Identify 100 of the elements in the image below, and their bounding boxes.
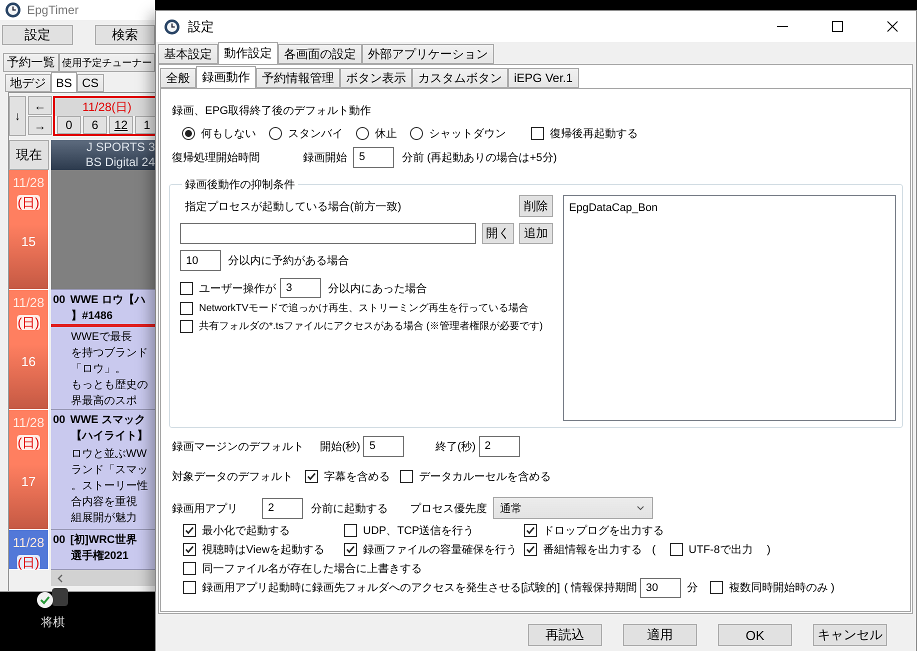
next-button[interactable]: → <box>28 116 52 135</box>
radio-button[interactable] <box>410 126 423 140</box>
tab[interactable]: 動作設定 <box>218 42 278 64</box>
tab[interactable]: CS <box>77 74 104 92</box>
checkbox[interactable] <box>344 543 357 556</box>
radio-button[interactable] <box>182 126 195 140</box>
input-field[interactable] <box>180 223 476 244</box>
toolbar-button[interactable]: 設定 <box>2 25 73 45</box>
program-cell[interactable]: 00 WWE ロウ【ハ 】#1486 WWEで最長 を持つブランド 「ロウ」。 もっとも歴史の 界最高のスポ <box>51 290 155 410</box>
tab[interactable]: 予約情報管理 <box>256 68 340 88</box>
close-icon <box>887 21 898 32</box>
day-label: (日) <box>16 195 40 210</box>
field-label: プロセス優先度 <box>410 502 487 516</box>
window-title: 設定 <box>188 18 214 36</box>
dialog-button[interactable]: キャンセル <box>813 624 887 646</box>
program-cell[interactable]: 00 [初]WRC世界 選手権2021 <box>51 530 155 570</box>
input-field[interactable]: 3 <box>280 278 321 298</box>
check-icon <box>185 545 194 554</box>
tab[interactable]: 使用予定チューナー <box>59 53 155 72</box>
checkbox[interactable] <box>183 581 196 594</box>
tab[interactable]: 予約一覧 <box>3 53 59 72</box>
tab[interactable]: 全般 <box>160 68 196 88</box>
checkbox[interactable] <box>531 126 544 140</box>
priority-dropdown[interactable]: 通常 <box>493 497 653 519</box>
radio-button[interactable] <box>356 126 369 140</box>
checkbox[interactable] <box>183 562 196 575</box>
hour-button[interactable]: 12 <box>109 116 133 134</box>
checkbox[interactable] <box>670 543 683 556</box>
field-suffix: 分以内にあった場合 <box>328 282 427 296</box>
input-field[interactable]: 5 <box>363 436 404 456</box>
scroll-down-button[interactable]: ↓ <box>9 96 26 136</box>
checkbox[interactable] <box>183 524 196 537</box>
checkbox[interactable] <box>344 524 357 537</box>
checkbox[interactable] <box>710 581 723 594</box>
program-title: 】#1486 <box>71 308 113 324</box>
checkbox[interactable] <box>524 543 537 556</box>
input-field[interactable]: 10 <box>180 250 221 271</box>
program-description: 合内容を重視 <box>70 494 138 510</box>
program-description: 「ロウ」。 <box>70 362 127 377</box>
field-label: 録画開始 <box>303 150 347 164</box>
dialog-button[interactable]: 再読込 <box>528 624 602 646</box>
program-description: 。ストーリー性 <box>70 479 149 494</box>
checkbox-label: 同一ファイル名が存在した場合に上書きする <box>202 562 422 576</box>
process-list[interactable]: EpgDataCap_Bon <box>563 195 896 421</box>
field-suffix: 分 <box>686 581 698 595</box>
clock-icon <box>164 18 180 34</box>
input-field[interactable]: 2 <box>478 436 520 456</box>
toolbar-button[interactable]: 検索 <box>95 25 155 45</box>
day-label: (日) <box>16 435 40 450</box>
hour-button[interactable]: 6 <box>83 116 107 134</box>
input-field[interactable]: 30 <box>640 578 681 598</box>
maximize-icon <box>832 21 843 32</box>
checkbox[interactable] <box>180 282 193 294</box>
date-label: 11/28 <box>12 174 44 192</box>
tab[interactable]: 各画面の設定 <box>278 44 362 64</box>
input-field[interactable]: 2 <box>262 498 303 518</box>
checkbox-label: 録画ファイルの容量確保を行う <box>363 542 517 557</box>
field-label: 指定プロセスが起動している場合(前方一致) <box>185 200 402 214</box>
tab[interactable]: ボタン表示 <box>340 68 412 88</box>
check-icon <box>526 526 535 535</box>
field-suffix: 分前に起動する <box>311 502 388 516</box>
checkbox[interactable] <box>524 524 537 537</box>
tab[interactable]: BS <box>51 72 78 92</box>
program-cell[interactable]: 00 WWE スマック 【ハイライト】 ロウと並ぶWW ランド「スマッ 。ストーリー性 合内容を重視 組展開が魅力 <box>51 410 155 530</box>
checkbox[interactable] <box>305 470 318 482</box>
program-title: WWE スマック <box>70 413 146 428</box>
scroll-left-icon[interactable] <box>57 574 63 582</box>
tab[interactable]: カスタムボタン <box>412 68 508 88</box>
previous-button[interactable]: ← <box>28 96 52 115</box>
delete-button[interactable]: 削除 <box>519 195 553 217</box>
checkbox[interactable] <box>183 543 196 556</box>
checkbox-label: 最小化で起動する <box>202 524 290 538</box>
hour-button[interactable]: 1 <box>135 116 155 134</box>
open-button[interactable]: 開く <box>482 223 514 244</box>
program-description: ランド「スマッ <box>70 463 149 478</box>
list-item[interactable]: EpgDataCap_Bon <box>569 202 890 214</box>
program-description: もっとも歴史の <box>70 378 149 393</box>
dialog-button[interactable]: 適用 <box>623 624 697 646</box>
horizontal-scrollbar[interactable] <box>51 570 155 586</box>
input-field[interactable]: 5 <box>353 146 394 168</box>
hour-label: 17 <box>21 473 36 491</box>
date-label: 11/28 <box>12 414 44 432</box>
checkbox[interactable] <box>180 302 193 314</box>
dialog-button[interactable]: OK <box>718 624 792 646</box>
tab[interactable]: 外部アプリケーション <box>362 44 494 64</box>
hour-button[interactable]: 0 <box>57 116 81 134</box>
add-button[interactable]: 追加 <box>519 223 553 244</box>
tab[interactable]: 地デジ <box>5 74 51 92</box>
field-label: 録画マージンのデフォルト <box>172 440 305 454</box>
date-header[interactable]: 11/28(日) <box>55 98 155 116</box>
tab[interactable]: 基本設定 <box>158 44 218 64</box>
app-label[interactable]: 将棋 <box>41 614 65 631</box>
checkbox-label: ドロップログを出力する <box>543 524 664 538</box>
now-button[interactable]: 現在 <box>9 140 49 170</box>
tab[interactable]: iEPG Ver.1 <box>508 68 579 88</box>
checkbox[interactable] <box>180 320 193 332</box>
tab[interactable]: 録画動作 <box>196 66 256 88</box>
radio-button[interactable] <box>269 126 282 140</box>
field-suffix: 分前 (再起動ありの場合は+5分) <box>402 150 557 164</box>
checkbox[interactable] <box>400 470 413 482</box>
